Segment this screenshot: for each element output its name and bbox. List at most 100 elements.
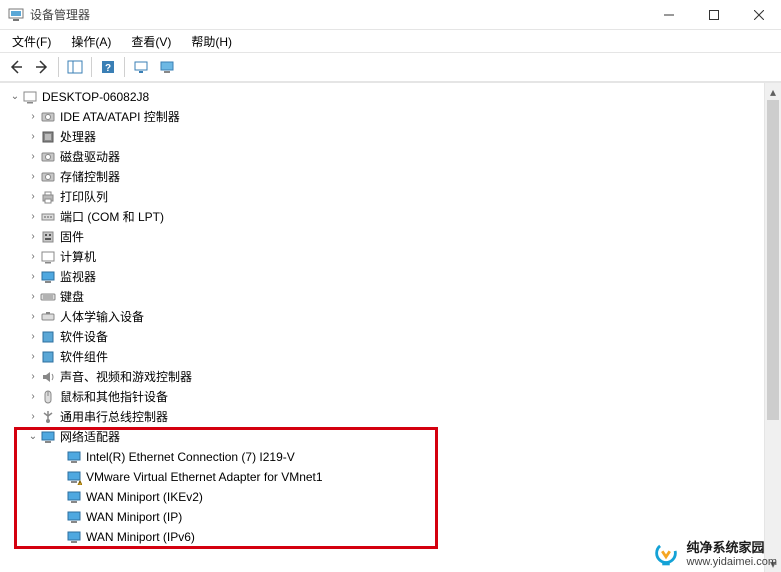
net-icon (66, 449, 82, 465)
tree-subitem-network-adapter[interactable]: Intel(R) Ethernet Connection (7) I219-V (4, 447, 781, 467)
tree-subitem-network-adapter[interactable]: WAN Miniport (IP) (4, 507, 781, 527)
net-icon: ! (66, 469, 82, 485)
expand-icon[interactable]: › (26, 207, 40, 227)
expand-icon[interactable]: › (26, 367, 40, 387)
usb-icon (40, 409, 56, 425)
device-tree[interactable]: ⌄DESKTOP-06082J8›IDE ATA/ATAPI 控制器›处理器›磁… (0, 83, 781, 551)
expand-icon[interactable]: › (26, 327, 40, 347)
back-button[interactable] (4, 55, 28, 79)
pc-icon (40, 249, 56, 265)
forward-button[interactable] (30, 55, 54, 79)
tree-area: ⌄DESKTOP-06082J8›IDE ATA/ATAPI 控制器›处理器›磁… (0, 82, 781, 572)
expand-icon[interactable]: › (26, 227, 40, 247)
tree-item[interactable]: › 软件组件 (4, 347, 781, 367)
tree-item[interactable]: › 打印队列 (4, 187, 781, 207)
tree-item[interactable]: › 监视器 (4, 267, 781, 287)
expand-icon[interactable]: › (26, 107, 40, 127)
tree-node-label: WAN Miniport (IP) (86, 507, 182, 527)
tree-item[interactable]: › 存储控制器 (4, 167, 781, 187)
expand-icon[interactable]: › (26, 347, 40, 367)
net-icon (66, 529, 82, 545)
net-icon (40, 269, 56, 285)
tree-item[interactable]: › 固件 (4, 227, 781, 247)
tree-item[interactable]: › 声音、视频和游戏控制器 (4, 367, 781, 387)
collapse-icon[interactable]: ⌄ (8, 87, 22, 107)
tree-node-label: 鼠标和其他指针设备 (60, 387, 168, 407)
disk-icon (40, 149, 56, 165)
expand-icon[interactable]: › (26, 187, 40, 207)
tree-item[interactable]: › 处理器 (4, 127, 781, 147)
svg-text:!: ! (79, 481, 80, 485)
toolbar-separator (91, 57, 92, 77)
tree-node-label: VMware Virtual Ethernet Adapter for VMne… (86, 467, 323, 487)
expand-icon[interactable]: › (26, 267, 40, 287)
tree-node-label: 网络适配器 (60, 427, 120, 447)
toolbar: ? (0, 52, 781, 82)
net-icon (66, 489, 82, 505)
menu-action[interactable]: 操作(A) (65, 31, 117, 52)
tree-node-label: 处理器 (60, 127, 96, 147)
tree-item[interactable]: › 软件设备 (4, 327, 781, 347)
expand-icon[interactable]: › (26, 167, 40, 187)
net-icon (66, 509, 82, 525)
collapse-icon[interactable]: ⌄ (26, 427, 40, 447)
tree-item[interactable]: ›磁盘驱动器 (4, 147, 781, 167)
expand-icon[interactable]: › (26, 387, 40, 407)
tree-node-label: 声音、视频和游戏控制器 (60, 367, 192, 387)
tree-node-label: 软件组件 (60, 347, 108, 367)
tree-subitem-network-adapter[interactable]: WAN Miniport (IKEv2) (4, 487, 781, 507)
toolbar-separator (58, 57, 59, 77)
tree-subitem-network-adapter[interactable]: ! VMware Virtual Ethernet Adapter for VMn… (4, 467, 781, 487)
watermark: 纯净系统家园 www.yidaimei.com (651, 540, 777, 570)
tree-item[interactable]: › 通用串行总线控制器 (4, 407, 781, 427)
tree-item[interactable]: › 鼠标和其他指针设备 (4, 387, 781, 407)
tree-root[interactable]: ⌄DESKTOP-06082J8 (4, 87, 781, 107)
tree-node-label: 计算机 (60, 247, 96, 267)
tree-item[interactable]: ›键盘 (4, 287, 781, 307)
close-button[interactable] (736, 0, 781, 30)
tree-item-network-adapters[interactable]: ⌄ 网络适配器 (4, 427, 781, 447)
tree-node-label: Intel(R) Ethernet Connection (7) I219-V (86, 447, 295, 467)
svg-text:?: ? (105, 63, 111, 74)
tree-node-label: 监视器 (60, 267, 96, 287)
expand-icon[interactable]: › (26, 247, 40, 267)
devices-button[interactable] (155, 55, 179, 79)
scroll-thumb[interactable] (767, 100, 779, 420)
expand-icon[interactable]: › (26, 127, 40, 147)
menu-view[interactable]: 查看(V) (125, 31, 177, 52)
expand-icon[interactable]: › (26, 307, 40, 327)
scan-hardware-button[interactable] (129, 55, 153, 79)
app-icon (8, 7, 24, 23)
tree-item[interactable]: ›IDE ATA/ATAPI 控制器 (4, 107, 781, 127)
expand-icon[interactable]: › (26, 407, 40, 427)
menu-file[interactable]: 文件(F) (6, 31, 57, 52)
watermark-brand: 纯净系统家园 (687, 540, 777, 555)
menu-bar: 文件(F) 操作(A) 查看(V) 帮助(H) (0, 30, 781, 52)
show-hide-tree-button[interactable] (63, 55, 87, 79)
disk-icon (40, 109, 56, 125)
minimize-button[interactable] (646, 0, 691, 30)
tree-node-label: 通用串行总线控制器 (60, 407, 168, 427)
cpu-icon (40, 129, 56, 145)
vertical-scrollbar[interactable]: ▴ ▾ (764, 83, 781, 572)
watermark-url: www.yidaimei.com (687, 555, 777, 570)
net-icon (40, 429, 56, 445)
tree-node-label: 存储控制器 (60, 167, 120, 187)
tree-item[interactable]: ›人体学输入设备 (4, 307, 781, 327)
maximize-button[interactable] (691, 0, 736, 30)
tree-node-label: 软件设备 (60, 327, 108, 347)
tree-node-label: 打印队列 (60, 187, 108, 207)
tree-item[interactable]: ›端口 (COM 和 LPT) (4, 207, 781, 227)
expand-icon[interactable]: › (26, 287, 40, 307)
title-bar: 设备管理器 (0, 0, 781, 30)
menu-help[interactable]: 帮助(H) (185, 31, 238, 52)
tree-item[interactable]: › 计算机 (4, 247, 781, 267)
expand-icon[interactable]: › (26, 147, 40, 167)
mouse-icon (40, 389, 56, 405)
tree-node-label: 固件 (60, 227, 84, 247)
pc-icon (22, 89, 38, 105)
tree-node-label: WAN Miniport (IPv6) (86, 527, 195, 547)
help-button[interactable]: ? (96, 55, 120, 79)
tree-node-label: WAN Miniport (IKEv2) (86, 487, 203, 507)
scroll-up-icon[interactable]: ▴ (765, 83, 781, 100)
